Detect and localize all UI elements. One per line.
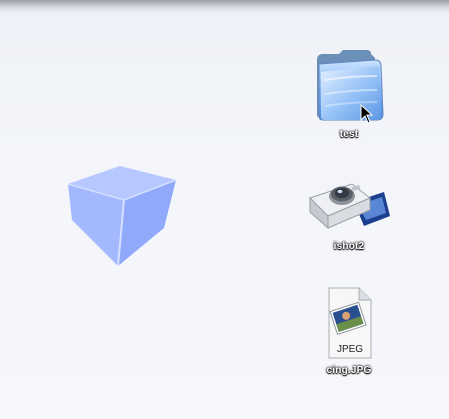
jpeg-file-icon: JPEG	[328, 287, 372, 359]
jpeg-badge: JPEG	[337, 344, 363, 355]
desktop-icon-label: test	[339, 129, 359, 140]
camera-icon	[309, 183, 390, 230]
desktop-icon-test[interactable]: test	[304, 46, 394, 142]
cube-icon	[67, 166, 177, 267]
desktop[interactable]: test ishot2 JPEG cing.JPG	[0, 0, 449, 419]
desktop-icon-ishot2[interactable]: ishot2	[304, 172, 394, 254]
mouse-pointer-icon	[360, 104, 374, 124]
menubar-shadow	[0, 0, 449, 14]
folder-icon	[317, 50, 384, 121]
desktop-icon-label: ishot2	[333, 241, 365, 252]
desktop-icon-cing-jpg[interactable]: JPEG cing.JPG	[304, 286, 394, 378]
desktop-icon-label: cing.JPG	[326, 365, 372, 376]
